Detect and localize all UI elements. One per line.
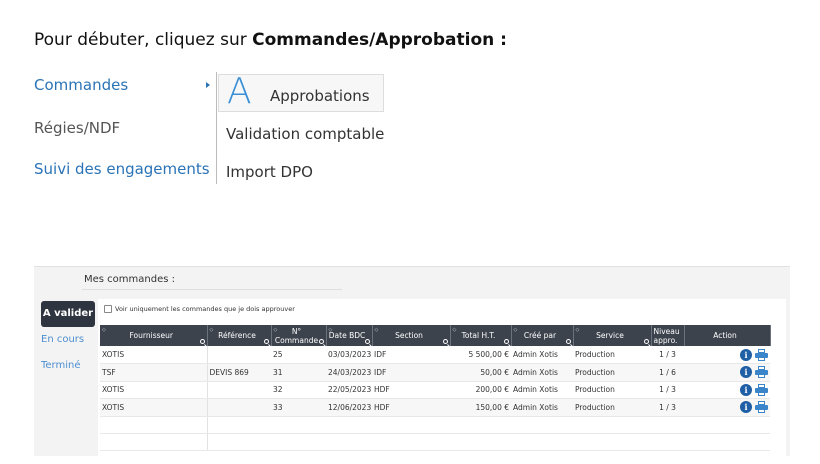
printer-icon[interactable]: [755, 383, 768, 396]
approbations-letter-icon: A: [227, 71, 252, 112]
instruction-text: Pour débuter, cliquez sur Commandes/Appr…: [34, 30, 507, 50]
page-title: Mes commandes :: [84, 274, 175, 285]
tab-en-cours[interactable]: En cours: [41, 334, 84, 345]
printer-icon[interactable]: [755, 401, 768, 414]
instruction-prefix: Pour débuter, cliquez sur: [34, 30, 253, 50]
cell-fournisseur: XOTIS: [100, 346, 208, 364]
menu-item-commandes[interactable]: Commandes: [34, 76, 128, 94]
info-icon[interactable]: i: [740, 401, 752, 414]
column-header-fournisseur[interactable]: ◇ Fournisseur: [100, 325, 208, 346]
submenu-item-approbations[interactable]: A Approbations: [218, 71, 384, 112]
cell-reference: DEVIS 869: [207, 363, 271, 382]
menu-item-suivi-engagements[interactable]: Suivi des engagements: [34, 160, 210, 178]
cell-service: Production: [573, 363, 651, 382]
cell-actions: i: [684, 346, 770, 364]
column-header-section[interactable]: ◇ Section: [372, 325, 451, 346]
cell-section: IDF: [372, 363, 450, 382]
cell-section: HDF: [372, 381, 450, 399]
cell-total: 200,00 €: [450, 381, 511, 399]
submenu-caret-icon: [206, 82, 210, 88]
info-icon[interactable]: i: [740, 366, 752, 379]
cell-section: HDF: [372, 398, 450, 417]
cell-reference: [207, 346, 271, 364]
cell-fournisseur: XOTIS: [100, 398, 208, 417]
table-header-row: ◇ Fournisseur ◇ Référence ◇ N° Commande ◇ Da…: [100, 325, 771, 346]
table-row[interactable]: XOTIS 33 12/06/2023 HDF 150,00 € Admin X…: [100, 398, 770, 417]
search-icon[interactable]: [318, 339, 324, 344]
cell-niveau: 1 / 3: [651, 346, 684, 364]
cell-fournisseur: TSF: [100, 363, 208, 382]
column-header-cree-par[interactable]: ◇ Créé par: [511, 325, 574, 346]
column-header-total-ht[interactable]: ◇ Total H.T.: [450, 325, 512, 346]
cell-niveau: 1 / 6: [651, 363, 684, 382]
tab-a-valider[interactable]: A valider: [41, 301, 95, 327]
cell-cree-par: Admin Xotis: [511, 398, 573, 417]
approve-only-checkbox[interactable]: [104, 305, 112, 313]
instruction-path: Commandes/Approbation :: [252, 30, 507, 50]
search-icon[interactable]: [503, 339, 509, 344]
submenu-item-import-dpo[interactable]: Import DPO: [226, 163, 313, 181]
cell-numero: 25: [271, 346, 326, 364]
cell-total: 150,00 €: [450, 398, 511, 417]
cell-section: IDF: [372, 346, 450, 364]
column-header-niveau-appro: Niveau appro.: [651, 325, 685, 346]
table-row[interactable]: TSF DEVIS 869 31 24/03/2023 IDF 50,00 € …: [100, 363, 770, 382]
column-header-numero[interactable]: ◇ N° Commande: [271, 325, 327, 346]
table-row[interactable]: XOTIS 32 22/05/2023 HDF 200,00 € Admin X…: [100, 381, 770, 399]
printer-icon[interactable]: [755, 366, 768, 379]
cell-numero: 32: [271, 381, 326, 399]
submenu-item-approbations-label: Approbations: [270, 87, 370, 105]
cell-niveau: 1 / 3: [651, 398, 684, 417]
cell-cree-par: Admin Xotis: [511, 346, 573, 364]
search-icon[interactable]: [364, 339, 370, 344]
empty-row: [100, 433, 770, 451]
column-header-reference[interactable]: ◇ Référence: [207, 325, 272, 346]
tab-termine[interactable]: Terminé: [41, 360, 81, 371]
cell-actions: i: [684, 363, 770, 382]
cell-total: 5 500,00 €: [450, 346, 511, 364]
cell-fournisseur: XOTIS: [100, 381, 208, 399]
search-icon[interactable]: [263, 339, 269, 344]
cell-service: Production: [573, 381, 651, 399]
search-icon[interactable]: [643, 339, 649, 344]
title-underline: [82, 289, 342, 290]
info-icon[interactable]: i: [740, 348, 752, 361]
cell-niveau: 1 / 3: [651, 381, 684, 399]
column-header-service[interactable]: ◇ Service: [573, 325, 652, 346]
orders-panel: Voir uniquement les commandes que je doi…: [98, 299, 786, 457]
cell-date: 22/05/2023: [326, 381, 372, 399]
cell-service: Production: [573, 398, 651, 417]
cell-reference: [207, 381, 271, 399]
cell-date: 12/06/2023: [326, 398, 372, 417]
cell-date: 24/03/2023: [326, 363, 372, 382]
approve-only-label: Voir uniquement les commandes que je doi…: [115, 305, 295, 313]
table-row[interactable]: XOTIS 25 03/03/2023 IDF 5 500,00 € Admin…: [100, 346, 770, 364]
cell-date: 03/03/2023: [326, 346, 372, 364]
cell-service: Production: [573, 346, 651, 364]
cell-actions: i: [684, 381, 770, 399]
search-icon[interactable]: [199, 339, 205, 344]
filter-row: Voir uniquement les commandes que je doi…: [104, 305, 295, 313]
column-header-action: Action: [684, 325, 771, 346]
submenu-item-validation-comptable[interactable]: Validation comptable: [226, 125, 384, 143]
menu-item-regies-ndf[interactable]: Régies/NDF: [34, 119, 120, 137]
search-icon[interactable]: [565, 339, 571, 344]
cell-total: 50,00 €: [450, 363, 511, 382]
cell-numero: 33: [271, 398, 326, 417]
empty-row: [100, 416, 770, 434]
column-header-date-bdc[interactable]: ◇ Date BDC: [326, 325, 373, 346]
orders-app: Mes commandes : A valider En cours Termi…: [34, 266, 790, 457]
printer-icon[interactable]: [755, 348, 768, 361]
cell-cree-par: Admin Xotis: [511, 381, 573, 399]
cell-actions: i: [684, 398, 770, 417]
cell-reference: [207, 398, 271, 417]
search-icon[interactable]: [442, 339, 448, 344]
submenu-commandes: A Approbations Validation comptable Impo…: [216, 71, 384, 184]
info-icon[interactable]: i: [740, 383, 752, 396]
orders-table: ◇ Fournisseur ◇ Référence ◇ N° Commande ◇ Da…: [100, 325, 771, 451]
cell-cree-par: Admin Xotis: [511, 363, 573, 382]
submenu-divider: [216, 72, 217, 184]
cell-numero: 31: [271, 363, 326, 382]
